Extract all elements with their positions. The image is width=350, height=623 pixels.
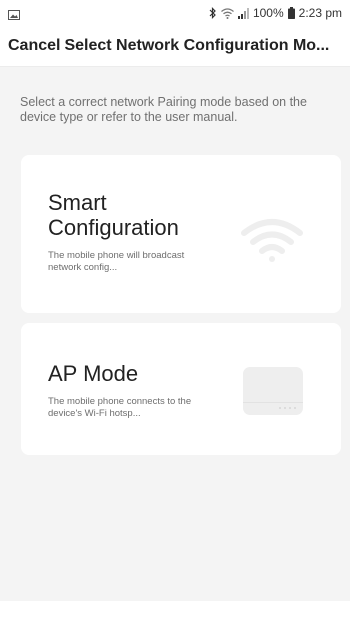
image-icon <box>8 7 20 20</box>
signal-icon <box>237 7 249 19</box>
battery-icon <box>287 7 295 19</box>
smart-configuration-card[interactable]: Smart Configuration The mobile phone wil… <box>21 155 341 313</box>
wifi-icon <box>221 7 234 19</box>
status-bar: 100% 2:23 pm <box>0 0 350 26</box>
wifi-icon <box>240 217 304 270</box>
main-content: Select a correct network Pairing mode ba… <box>0 67 350 623</box>
page-title: Select Network Configuration Mo... <box>64 37 330 54</box>
router-icon <box>242 366 304 421</box>
header-bar: Cancel Select Network Configuration Mo..… <box>0 26 350 67</box>
card-description: The mobile phone will broadcast network … <box>48 250 185 273</box>
cancel-button[interactable]: Cancel <box>8 37 60 55</box>
instructions-text: Select a correct network Pairing mode ba… <box>20 95 307 124</box>
bottom-nav-area <box>0 601 350 623</box>
card-description: The mobile phone connects to the device'… <box>48 396 192 419</box>
ap-mode-card[interactable]: AP Mode The mobile phone connects to the… <box>21 323 341 455</box>
card-title: Smart Configuration <box>48 190 179 240</box>
battery-percent: 100% <box>252 6 284 20</box>
status-icons: 100% 2:23 pm <box>209 4 342 22</box>
bluetooth-icon <box>209 7 217 19</box>
card-title: AP Mode <box>48 361 139 386</box>
status-time: 2:23 pm <box>298 6 342 20</box>
